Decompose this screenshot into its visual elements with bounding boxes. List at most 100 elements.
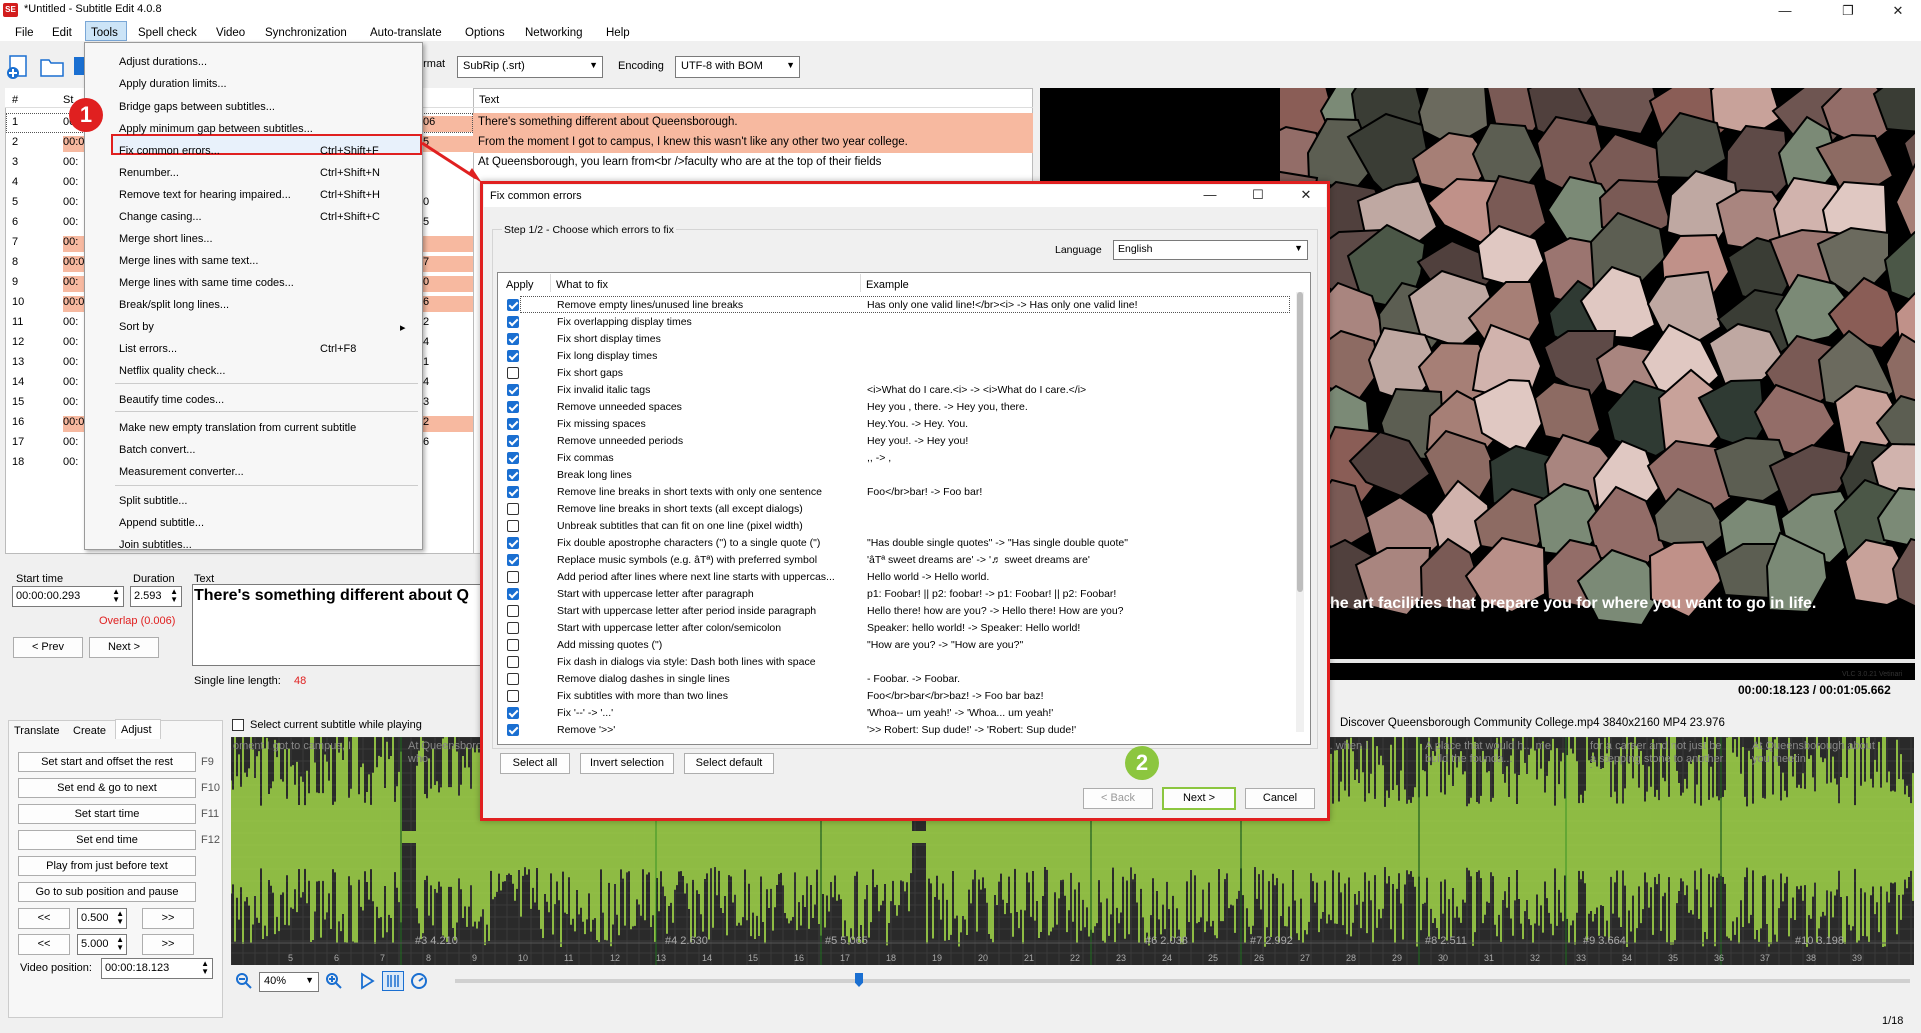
next-button[interactable]: Next > [89, 637, 159, 658]
dialog-maximize-icon[interactable]: ☐ [1238, 185, 1278, 205]
format-select[interactable]: SubRip (.srt) ▼ [457, 56, 603, 78]
zoom-out-icon[interactable] [235, 972, 253, 990]
tools-menu-item[interactable]: Break/split long lines... [119, 299, 229, 311]
zoom-select[interactable]: 40% ▼ [259, 972, 319, 992]
step-back-button-2[interactable]: << [18, 934, 70, 955]
select-all-button[interactable]: Select all [500, 753, 570, 774]
language-select[interactable]: English ▼ [1113, 240, 1308, 260]
dialog-minimize-icon[interactable]: — [1190, 185, 1230, 205]
adjust-button[interactable]: Set end & go to next [18, 778, 196, 798]
tools-menu-item[interactable]: Remove text for hearing impaired... [119, 189, 291, 201]
menu-options[interactable]: Options [465, 27, 505, 39]
tools-menu-item[interactable]: Make new empty translation from current … [119, 422, 356, 434]
apply-checkbox[interactable] [507, 452, 519, 464]
apply-checkbox[interactable] [507, 486, 519, 498]
col-number[interactable]: # [12, 94, 18, 106]
table-row-text[interactable]: There's something different about Queens… [473, 113, 1033, 133]
menu-help[interactable]: Help [606, 27, 630, 39]
tab-translate[interactable]: Translate [14, 725, 59, 737]
back-button[interactable]: < Back [1083, 788, 1153, 809]
menu-file[interactable]: File [15, 27, 34, 39]
apply-checkbox[interactable] [507, 435, 519, 447]
col-example[interactable]: Example [866, 279, 909, 291]
tools-menu-item[interactable]: Join subtitles... [119, 539, 192, 551]
apply-checkbox[interactable] [507, 333, 519, 345]
tools-menu-item[interactable]: Merge lines with same text... [119, 255, 258, 267]
apply-checkbox[interactable] [507, 571, 519, 583]
menu-synchronization[interactable]: Synchronization [265, 27, 347, 39]
adjust-button[interactable]: Go to sub position and pause [18, 882, 196, 902]
col-what-to-fix[interactable]: What to fix [556, 279, 608, 291]
position-slider-track[interactable] [455, 979, 1910, 983]
menu-edit[interactable]: Edit [52, 27, 72, 39]
cancel-button[interactable]: Cancel [1245, 788, 1315, 809]
apply-checkbox[interactable] [507, 503, 519, 515]
apply-checkbox[interactable] [507, 537, 519, 549]
tools-menu-item[interactable]: Split subtitle... [119, 495, 187, 507]
apply-checkbox[interactable] [507, 724, 519, 736]
grid-scrollbar-thumb[interactable] [1297, 292, 1303, 592]
apply-checkbox[interactable] [507, 520, 519, 532]
step-input-2[interactable]: 5.000 ▲ ▼ [77, 934, 127, 955]
apply-checkbox[interactable] [507, 367, 519, 379]
video-position-input[interactable]: 00:00:18.123 ▲ ▼ [101, 958, 213, 979]
apply-checkbox[interactable] [507, 418, 519, 430]
apply-checkbox[interactable] [507, 384, 519, 396]
adjust-button[interactable]: Set end time [18, 830, 196, 850]
menu-tools[interactable]: Tools [91, 27, 118, 39]
table-row-text[interactable]: At Queensborough, you learn from<br />fa… [473, 153, 1033, 173]
duration-input[interactable]: 2.593 ▲ ▼ [130, 586, 182, 607]
apply-checkbox[interactable] [507, 469, 519, 481]
tools-menu-item[interactable]: Sort by [119, 321, 154, 333]
apply-checkbox[interactable] [507, 673, 519, 685]
apply-checkbox[interactable] [507, 588, 519, 600]
tools-menu-item[interactable]: Renumber... [119, 167, 179, 179]
next-step-button[interactable]: Next > [1162, 787, 1236, 810]
open-folder-icon[interactable] [38, 53, 66, 79]
start-time-input[interactable]: 00:00:00.293 ▲ ▼ [12, 586, 124, 607]
new-file-icon[interactable] [5, 53, 33, 79]
tools-menu-item[interactable]: Append subtitle... [119, 517, 204, 529]
apply-checkbox[interactable] [507, 656, 519, 668]
step-input-1[interactable]: 0.500 ▲ ▼ [77, 908, 127, 929]
tools-menu-item[interactable]: Netflix quality check... [119, 365, 225, 377]
tools-menu-item[interactable]: Merge short lines... [119, 233, 213, 245]
tools-menu-item[interactable]: Batch convert... [119, 444, 195, 456]
adjust-button[interactable]: Play from just before text [18, 856, 196, 876]
position-slider-thumb[interactable] [855, 973, 863, 987]
pause-icon[interactable] [382, 971, 404, 991]
apply-checkbox[interactable] [507, 622, 519, 634]
table-row-text[interactable]: From the moment I got to campus, I knew … [473, 133, 1033, 153]
tools-menu-item[interactable]: Apply minimum gap between subtitles... [119, 123, 313, 135]
prev-button[interactable]: < Prev [13, 637, 83, 658]
menu-auto-translate[interactable]: Auto-translate [370, 27, 442, 39]
col-text[interactable]: Text [479, 94, 499, 106]
step-forward-button-2[interactable]: >> [142, 934, 194, 955]
apply-checkbox[interactable] [507, 690, 519, 702]
adjust-button[interactable]: Set start and offset the rest [18, 752, 196, 772]
apply-checkbox[interactable] [507, 605, 519, 617]
apply-checkbox[interactable] [507, 707, 519, 719]
apply-checkbox[interactable] [507, 350, 519, 362]
encoding-select[interactable]: UTF-8 with BOM ▼ [675, 56, 800, 78]
tools-menu-item[interactable]: Fix common errors... [119, 145, 220, 157]
tab-create[interactable]: Create [73, 725, 106, 737]
apply-checkbox[interactable] [507, 554, 519, 566]
tools-menu-item[interactable]: Adjust durations... [119, 56, 207, 68]
apply-checkbox[interactable] [507, 639, 519, 651]
tools-menu-item[interactable]: Bridge gaps between subtitles... [119, 101, 275, 113]
menu-networking[interactable]: Networking [525, 27, 583, 39]
select-default-button[interactable]: Select default [684, 753, 774, 774]
tools-menu-item[interactable]: Merge lines with same time codes... [119, 277, 294, 289]
play-icon[interactable] [358, 972, 376, 990]
speed-icon[interactable] [410, 972, 428, 990]
tab-adjust[interactable]: Adjust [121, 724, 152, 736]
step-forward-button-1[interactable]: >> [142, 908, 194, 929]
apply-checkbox[interactable] [507, 401, 519, 413]
step-back-button-1[interactable]: << [18, 908, 70, 929]
apply-checkbox[interactable] [507, 299, 519, 311]
invert-selection-button[interactable]: Invert selection [580, 753, 674, 774]
apply-checkbox[interactable] [507, 316, 519, 328]
tools-menu-item[interactable]: Beautify time codes... [119, 394, 224, 406]
menu-spell-check[interactable]: Spell check [138, 27, 197, 39]
